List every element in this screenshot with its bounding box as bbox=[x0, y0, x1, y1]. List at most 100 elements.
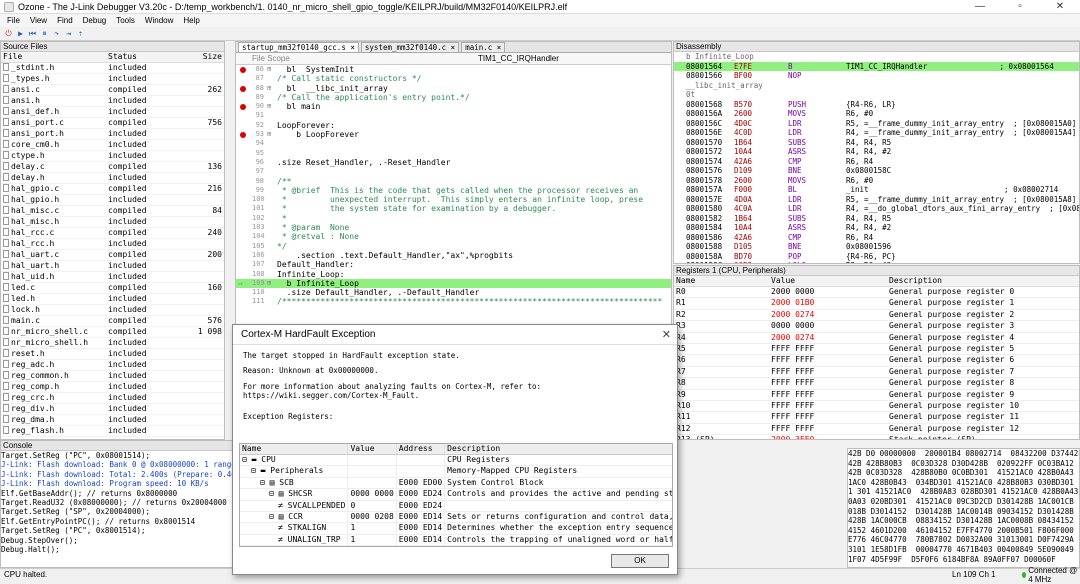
file-row[interactable]: main.c compiled 576 bbox=[1, 315, 224, 327]
code-line[interactable]: 104 * @retval : None bbox=[236, 232, 671, 241]
file-row[interactable]: _types.h included bbox=[1, 73, 224, 85]
disasm-line[interactable]: 0800158C00B3LSLSR3, R6, #2 bbox=[674, 261, 1079, 263]
power-icon[interactable]: ⏻ bbox=[4, 29, 13, 38]
expand-icon[interactable] bbox=[267, 232, 277, 241]
gutter[interactable] bbox=[236, 251, 252, 260]
disasm-line[interactable]: 08001582 1B64 SUBS R4, R4, R5 bbox=[674, 214, 1079, 224]
file-row[interactable]: nr_micro_shell.h included bbox=[1, 337, 224, 349]
tree-expander-icon[interactable]: ⊟ bbox=[260, 478, 270, 487]
file-row[interactable]: reset.h included bbox=[1, 348, 224, 360]
expand-icon[interactable]: ⊞ bbox=[267, 279, 277, 288]
expand-icon[interactable] bbox=[267, 288, 277, 297]
gutter[interactable] bbox=[236, 130, 252, 139]
code-line[interactable]: 95 bbox=[236, 149, 671, 158]
register-value[interactable]: FFFF FFFF bbox=[769, 377, 887, 390]
file-row[interactable]: ansi_def.h included bbox=[1, 106, 224, 118]
exc-value[interactable]: 1 bbox=[347, 522, 397, 535]
col-exc-address[interactable]: Address bbox=[396, 444, 446, 455]
expand-icon[interactable] bbox=[267, 111, 277, 120]
file-row[interactable]: reg_dma.h included bbox=[1, 414, 224, 426]
exception-row[interactable]: ≠ UNALIGN_TRP 1 E000 ED14 Controls the trap… bbox=[240, 534, 672, 546]
file-row[interactable]: reg_comp.h included bbox=[1, 381, 224, 393]
col-reg-desc[interactable]: Description bbox=[887, 276, 1079, 287]
col-reg-name[interactable]: Name bbox=[674, 276, 769, 287]
register-value[interactable]: FFFF FFFF bbox=[769, 389, 887, 402]
file-scope-select[interactable]: File Scope bbox=[236, 53, 456, 64]
exception-row[interactable]: ⊟ ▤ CCR 0000 0208 E000 ED14 Sets or returns… bbox=[240, 511, 672, 524]
file-row[interactable]: hal_gpio.h included bbox=[1, 194, 224, 206]
col-exc-value[interactable]: Value bbox=[347, 444, 397, 455]
register-row[interactable]: R6 FFFF FFFF General purpose register 6 bbox=[674, 354, 1079, 367]
expand-icon[interactable]: ⊞ bbox=[267, 130, 277, 139]
file-row[interactable]: _stdint.h included bbox=[1, 62, 224, 74]
register-row[interactable]: R8 FFFF FFFF General purpose register 8 bbox=[674, 377, 1079, 390]
code-line[interactable]: 92 LoopForever: bbox=[236, 121, 671, 130]
register-row[interactable]: R10 FFFF FFFF General purpose register 10 bbox=[674, 400, 1079, 413]
code-line[interactable]: 105 */ bbox=[236, 242, 671, 251]
exc-value[interactable]: 0000 0208 bbox=[347, 511, 397, 524]
run-icon[interactable]: ▶ bbox=[16, 29, 25, 38]
tree-expander-icon[interactable]: ⊟ bbox=[269, 489, 279, 498]
disasm-line[interactable]: 08001564 E7FE B TIM1_CC_IRQHandler ; 0x0800… bbox=[674, 61, 1079, 71]
menu-help[interactable]: Help bbox=[178, 16, 204, 25]
gutter[interactable] bbox=[236, 195, 252, 204]
register-row[interactable]: R2 2000 0274 General purpose register 2 bbox=[674, 309, 1079, 322]
code-line[interactable]: 110 .size Default_Handler, .-Default_Han… bbox=[236, 288, 671, 297]
file-row[interactable]: core_cm0.h included bbox=[1, 139, 224, 151]
code-line[interactable]: 101 * the system state for examination b… bbox=[236, 204, 671, 213]
code-line[interactable]: 102 * bbox=[236, 214, 671, 223]
file-row[interactable]: delay.c compiled 136 bbox=[1, 161, 224, 173]
disasm-line[interactable]: 08001568 B570 PUSH {R4-R6, LR} bbox=[674, 100, 1079, 110]
console-output[interactable]: Target.SetReg ("PC", 0x08001514); J-Link:… bbox=[1, 451, 234, 554]
file-row[interactable]: ansi.h included bbox=[1, 95, 224, 107]
code-line[interactable]: 91 bbox=[236, 111, 671, 120]
gutter[interactable] bbox=[236, 297, 252, 306]
gutter[interactable] bbox=[236, 270, 252, 279]
gutter[interactable] bbox=[236, 121, 252, 130]
register-value[interactable]: 2000 0274 bbox=[769, 309, 887, 322]
file-row[interactable]: hal_misc.h included bbox=[1, 216, 224, 228]
breakpoint-icon[interactable] bbox=[240, 104, 246, 111]
col-size[interactable]: Size bbox=[188, 52, 224, 63]
expand-icon[interactable] bbox=[267, 139, 277, 148]
menu-file[interactable]: File bbox=[2, 16, 25, 25]
exc-value[interactable]: 0 bbox=[347, 500, 397, 513]
disasm-line[interactable]: 0800156E 4C0D LDR R4, =__frame_dummy_init_a… bbox=[674, 128, 1079, 138]
register-row[interactable]: R3 0000 0000 General purpose register 3 bbox=[674, 320, 1079, 333]
register-value[interactable]: FFFF FFFF bbox=[769, 343, 887, 356]
expand-icon[interactable] bbox=[267, 297, 277, 306]
code-line[interactable]: 93 ⊞ b LoopForever bbox=[236, 130, 671, 139]
exception-row[interactable]: ⊟ ▤ SCB E000 ED00 System Control Block bbox=[240, 477, 672, 490]
file-row[interactable]: reg_common.h included bbox=[1, 370, 224, 382]
expand-icon[interactable] bbox=[267, 121, 277, 130]
file-row[interactable]: ansi.c compiled 262 bbox=[1, 84, 224, 96]
tab-system[interactable]: system_mm32f0140.c × bbox=[360, 42, 460, 52]
code-line[interactable]: 108 Infinite_Loop: bbox=[236, 270, 671, 279]
register-value[interactable]: 2000 3FE0 bbox=[769, 434, 887, 439]
register-row[interactable]: R4 2000 0274 General purpose register 4 bbox=[674, 332, 1079, 345]
code-line[interactable]: 86 ⊞ bl SystemInit bbox=[236, 65, 671, 74]
breakpoint-icon[interactable] bbox=[240, 132, 246, 139]
disasm-line[interactable]: 0800157E 4D0A LDR R5, =__frame_dummy_init_a… bbox=[674, 195, 1079, 205]
file-row[interactable]: reg_adc.h included bbox=[1, 359, 224, 371]
exc-value[interactable] bbox=[347, 477, 397, 490]
dialog-close-button[interactable]: ✕ bbox=[662, 325, 671, 345]
code-line[interactable]: 96 .size Reset_Handler, .-Reset_Handler bbox=[236, 158, 671, 167]
gutter[interactable] bbox=[236, 74, 252, 83]
code-line[interactable]: 98 /** bbox=[236, 177, 671, 186]
gutter[interactable] bbox=[236, 111, 252, 120]
file-row[interactable]: lock.h included bbox=[1, 304, 224, 316]
step-over-icon[interactable]: ⇥ bbox=[64, 29, 73, 38]
tree-expander-icon[interactable]: ⊟ bbox=[269, 512, 279, 521]
register-row[interactable]: R13 (SP) 2000 3FE0 Stack pointer (SP) bbox=[674, 434, 1079, 439]
disasm-line[interactable]: 08001580 4C0A LDR R4, =__do_global_dtors_au… bbox=[674, 204, 1079, 214]
expand-icon[interactable]: ⊞ bbox=[267, 65, 277, 74]
breakpoint-icon[interactable] bbox=[240, 67, 246, 73]
register-row[interactable]: R1 2000 01B0 General purpose register 1 bbox=[674, 297, 1079, 310]
register-value[interactable]: FFFF FFFF bbox=[769, 400, 887, 413]
gutter[interactable] bbox=[236, 177, 252, 186]
step-out-icon[interactable]: ⇡ bbox=[76, 29, 85, 38]
register-value[interactable]: FFFF FFFF bbox=[769, 366, 887, 379]
code-line[interactable]: 106 .section .text.Default_Handler,"ax",… bbox=[236, 251, 671, 260]
expand-icon[interactable] bbox=[267, 260, 277, 269]
